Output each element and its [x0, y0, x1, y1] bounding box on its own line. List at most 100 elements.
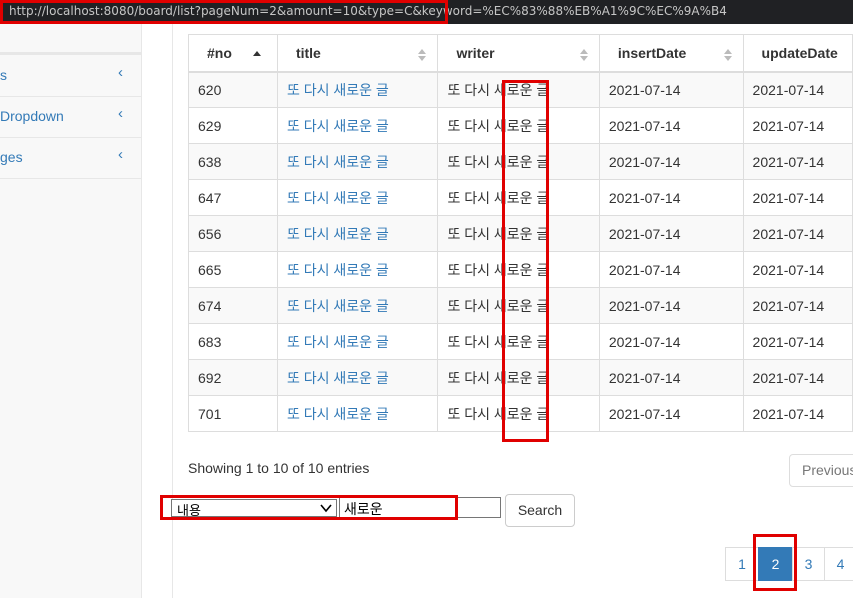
search-type-value: 내용 [177, 503, 201, 518]
chevron-down-icon [320, 504, 332, 513]
page-3-button[interactable]: 3 [792, 547, 825, 581]
cell-insertdate: 2021-07-14 [598, 71, 744, 108]
cell-title: 또 다시 새로운 글 [276, 251, 439, 288]
cell-title: 또 다시 새로운 글 [276, 323, 439, 360]
post-title-link[interactable]: 또 다시 새로운 글 [287, 262, 389, 278]
cell-title: 또 다시 새로운 글 [276, 215, 439, 252]
column-header-label: insertDate [617, 44, 687, 61]
sort-icon [579, 49, 588, 61]
cell-insertdate: 2021-07-14 [598, 251, 744, 288]
sidebar-item-label: s [0, 67, 7, 83]
cell-no: 683 [188, 323, 278, 360]
chevron-left-icon: ‹ [118, 105, 123, 122]
cell-insertdate: 2021-07-14 [598, 287, 744, 324]
page-1-button[interactable]: 1 [725, 547, 759, 581]
table-row: 665 또 다시 새로운 글또 다시 새로운 글 2021-07-14 2021-07… [188, 251, 853, 288]
table-row: 701 또 다시 새로운 글또 다시 새로운 글 2021-07-14 2021-07… [188, 395, 853, 432]
sort-ascending-icon [252, 51, 261, 56]
column-header-label: title [295, 44, 321, 61]
cell-no: 638 [188, 143, 278, 180]
cell-writer: 또 다시 새로운 글 [437, 323, 600, 360]
cell-updatedate: 2021-07-14 [742, 107, 853, 144]
column-header-updatedate[interactable]: updateDate [742, 34, 853, 73]
table-row: 647 또 다시 새로운 글또 다시 새로운 글 2021-07-14 2021-07… [188, 179, 853, 216]
cell-writer: 또 다시 새로운 글 [437, 107, 600, 144]
post-title-link[interactable]: 또 다시 새로운 글 [287, 190, 389, 206]
search-keyword-input[interactable]: 새로운 [339, 497, 501, 518]
cell-title: 또 다시 새로운 글 [276, 179, 439, 216]
table-row: 656 또 다시 새로운 글또 다시 새로운 글 2021-07-14 2021-07… [188, 215, 853, 252]
cell-no: 647 [188, 179, 278, 216]
table-row: 629 또 다시 새로운 글또 다시 새로운 글 2021-07-14 2021-07… [188, 107, 853, 144]
cell-insertdate: 2021-07-14 [598, 179, 744, 216]
search-type-select[interactable]: 내용 [171, 499, 337, 518]
table-row: 674 또 다시 새로운 글또 다시 새로운 글 2021-07-14 2021-07… [188, 287, 853, 324]
cell-updatedate: 2021-07-14 [742, 179, 853, 216]
table-row: 692 또 다시 새로운 글또 다시 새로운 글 2021-07-14 2021-07… [188, 359, 853, 396]
post-title-link[interactable]: 또 다시 새로운 글 [287, 298, 389, 314]
search-keyword-value: 새로운 [344, 501, 383, 517]
cell-title: 또 다시 새로운 글 [276, 395, 439, 432]
cell-insertdate: 2021-07-14 [598, 215, 744, 252]
table-row: 638 또 다시 새로운 글또 다시 새로운 글 2021-07-14 2021-07… [188, 143, 853, 180]
sidebar-item-label: Dropdown [0, 108, 64, 124]
cell-title: 또 다시 새로운 글 [276, 359, 439, 396]
post-title-link[interactable]: 또 다시 새로운 글 [287, 82, 389, 98]
cell-insertdate: 2021-07-14 [598, 395, 744, 432]
cell-updatedate: 2021-07-14 [742, 251, 853, 288]
url-text[interactable]: http://localhost:8080/board/list?pageNum… [9, 4, 727, 18]
post-title-link[interactable]: 또 다시 새로운 글 [287, 154, 389, 170]
sidebar-item-1[interactable]: s ‹ [0, 56, 141, 97]
browser-address-bar[interactable]: http://localhost:8080/board/list?pageNum… [0, 0, 853, 24]
post-title-link[interactable]: 또 다시 새로운 글 [287, 370, 389, 386]
post-title-link[interactable]: 또 다시 새로운 글 [287, 118, 389, 134]
search-button[interactable]: Search [505, 494, 575, 527]
column-header-insertdate[interactable]: insertDate [598, 34, 744, 73]
column-header-label: updateDate [761, 44, 838, 61]
cell-updatedate: 2021-07-14 [742, 215, 853, 252]
board-table: #no title writer insertDate updateDate 6… [188, 34, 853, 432]
cell-writer: 또 다시 새로운 글 [437, 359, 600, 396]
cell-updatedate: 2021-07-14 [742, 143, 853, 180]
cell-updatedate: 2021-07-14 [742, 71, 853, 108]
cell-no: 674 [188, 287, 278, 324]
post-title-link[interactable]: 또 다시 새로운 글 [287, 226, 389, 242]
chevron-left-icon: ‹ [118, 64, 123, 81]
cell-writer: 또 다시 새로운 글 [437, 287, 600, 324]
post-title-link[interactable]: 또 다시 새로운 글 [287, 334, 389, 350]
cell-title: 또 다시 새로운 글 [276, 143, 439, 180]
cell-writer: 또 다시 새로운 글 [437, 143, 600, 180]
sidebar: s ‹ Dropdown ‹ ges ‹ [0, 24, 142, 598]
cell-title: 또 다시 새로운 글 [276, 71, 439, 108]
post-title-link[interactable]: 또 다시 새로운 글 [287, 406, 389, 422]
cell-writer: 또 다시 새로운 글 [437, 215, 600, 252]
cell-no: 656 [188, 215, 278, 252]
column-header-label: #no [207, 44, 232, 61]
cell-title: 또 다시 새로운 글 [276, 107, 439, 144]
table-header-row: #no title writer insertDate updateDate [188, 34, 853, 73]
page-4-button[interactable]: 4 [824, 547, 853, 581]
cell-insertdate: 2021-07-14 [598, 143, 744, 180]
cell-updatedate: 2021-07-14 [742, 287, 853, 324]
cell-updatedate: 2021-07-14 [742, 395, 853, 432]
cell-no: 701 [188, 395, 278, 432]
cell-writer: 또 다시 새로운 글 [437, 251, 600, 288]
page-2-button[interactable]: 2 [758, 547, 793, 581]
table-row: 683 또 다시 새로운 글또 다시 새로운 글 2021-07-14 2021-07… [188, 323, 853, 360]
cell-no: 620 [188, 71, 278, 108]
cell-updatedate: 2021-07-14 [742, 359, 853, 396]
cell-writer: 또 다시 새로운 글 [437, 395, 600, 432]
cell-writer: 또 다시 새로운 글 [437, 71, 600, 108]
table-info: Showing 1 to 10 of 10 entries [188, 460, 370, 476]
sort-icon [723, 49, 732, 61]
column-header-title[interactable]: title [276, 34, 439, 73]
chevron-left-icon: ‹ [118, 146, 123, 163]
column-header-writer[interactable]: writer [437, 34, 600, 73]
sidebar-divider [0, 52, 141, 55]
cell-no: 629 [188, 107, 278, 144]
column-header-no[interactable]: #no [188, 34, 278, 73]
sidebar-item-pages[interactable]: ges ‹ [0, 138, 141, 179]
cell-no: 665 [188, 251, 278, 288]
sidebar-item-dropdown[interactable]: Dropdown ‹ [0, 97, 141, 138]
previous-button[interactable]: Previous [789, 454, 853, 487]
